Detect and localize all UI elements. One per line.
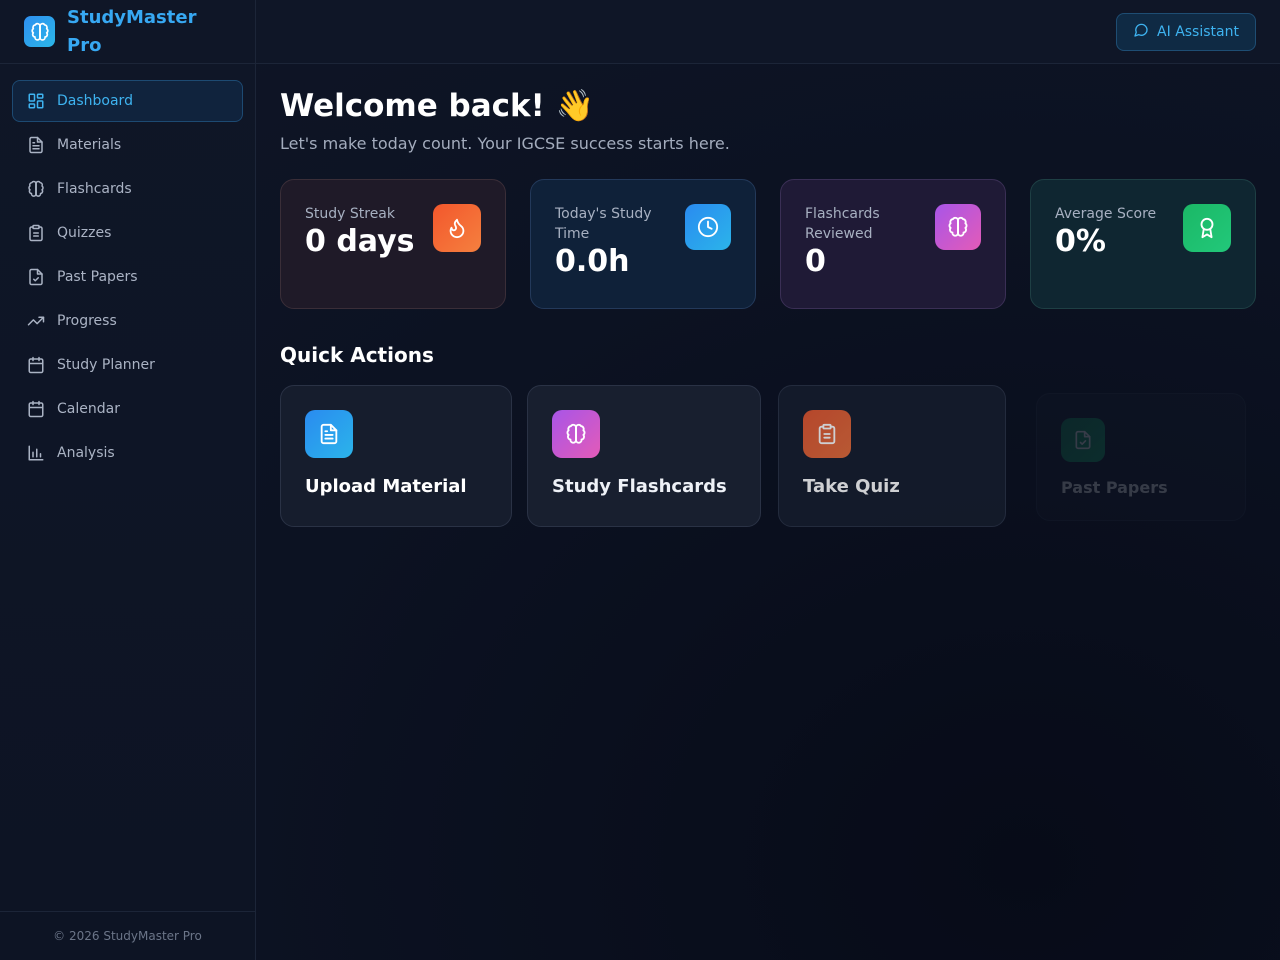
calendar-icon [26,355,46,375]
app-root: StudyMaster Pro Dashboard Materials Flas… [0,0,1280,960]
quick-action-label: Past Papers [1061,478,1168,497]
dashboard-icon [26,91,46,111]
sidebar-item-label: Progress [57,313,117,329]
sidebar-nav: Dashboard Materials Flashcards Quizzes P… [0,64,255,474]
stat-label: Flashcards Reviewed [805,206,880,242]
document-icon [26,135,46,155]
clipboard-icon [26,223,46,243]
bar-chart-icon [26,443,46,463]
brain-icon [935,204,981,250]
stat-card-study-time: Today's Study Time 0.0h [530,179,756,309]
calendar-icon [26,399,46,419]
sidebar-item-analysis[interactable]: Analysis [12,432,243,474]
brain-icon [24,16,55,47]
stat-label: Today's Study Time [555,206,652,242]
ai-assistant-button[interactable]: AI Assistant [1116,13,1256,51]
clipboard-icon [803,410,851,458]
quick-actions-title: Quick Actions [280,343,434,367]
sidebar-item-past-papers[interactable]: Past Papers [12,256,243,298]
sidebar-item-dashboard[interactable]: Dashboard [12,80,243,122]
brain-icon [552,410,600,458]
sidebar-footer: © 2026 StudyMaster Pro [0,911,255,960]
sidebar-item-progress[interactable]: Progress [12,300,243,342]
sidebar-item-label: Past Papers [57,269,138,285]
brand[interactable]: StudyMaster Pro [0,0,255,64]
quick-action-label: Take Quiz [803,476,900,497]
sidebar-item-label: Flashcards [57,181,132,197]
clock-icon [685,204,731,250]
stat-card-average-score: Average Score 0% [1030,179,1256,309]
quick-actions: Upload Material Study Flashcards Take Qu… [280,385,1256,535]
sidebar-item-label: Materials [57,137,122,153]
quick-action-label: Study Flashcards [552,476,727,497]
quick-action-take-quiz[interactable]: Take Quiz [778,385,1006,527]
sidebar-item-quizzes[interactable]: Quizzes [12,212,243,254]
sidebar-item-materials[interactable]: Materials [12,124,243,166]
sidebar-item-label: Study Planner [57,357,155,373]
sidebar-item-label: Calendar [57,401,120,417]
sidebar: StudyMaster Pro Dashboard Materials Flas… [0,0,256,960]
sidebar-item-label: Analysis [57,445,115,461]
quick-action-label: Upload Material [305,476,467,497]
stat-label: Study Streak [305,206,395,222]
stats-row: Study Streak 0 days Today's Study Time 0… [280,179,1256,309]
sidebar-item-label: Quizzes [57,225,112,241]
award-icon [1183,204,1231,252]
page-subtitle: Let's make today count. Your IGCSE succe… [280,134,730,153]
sidebar-item-study-planner[interactable]: Study Planner [12,344,243,386]
file-check-icon [26,267,46,287]
flame-icon [433,204,481,252]
main-content: Welcome back! 👋 Let's make today count. … [280,64,1256,535]
brain-icon [26,179,46,199]
page-title: Welcome back! 👋 [280,88,595,124]
file-check-icon [1061,418,1105,462]
ai-assistant-label: AI Assistant [1157,24,1239,40]
chat-bubble-icon [1133,22,1149,42]
sidebar-item-flashcards[interactable]: Flashcards [12,168,243,210]
quick-action-upload-material[interactable]: Upload Material [280,385,512,527]
brand-name: StudyMaster Pro [67,6,197,56]
quick-action-past-papers[interactable]: Past Papers [1036,393,1246,521]
stat-card-flashcards-reviewed: Flashcards Reviewed 0 [780,179,1006,309]
topbar: AI Assistant [256,0,1280,64]
trending-up-icon [26,311,46,331]
sidebar-item-calendar[interactable]: Calendar [12,388,243,430]
sidebar-item-label: Dashboard [57,93,133,109]
stat-label: Average Score [1055,206,1157,222]
quick-action-study-flashcards[interactable]: Study Flashcards [527,385,761,527]
document-icon [305,410,353,458]
stat-card-study-streak: Study Streak 0 days [280,179,506,309]
